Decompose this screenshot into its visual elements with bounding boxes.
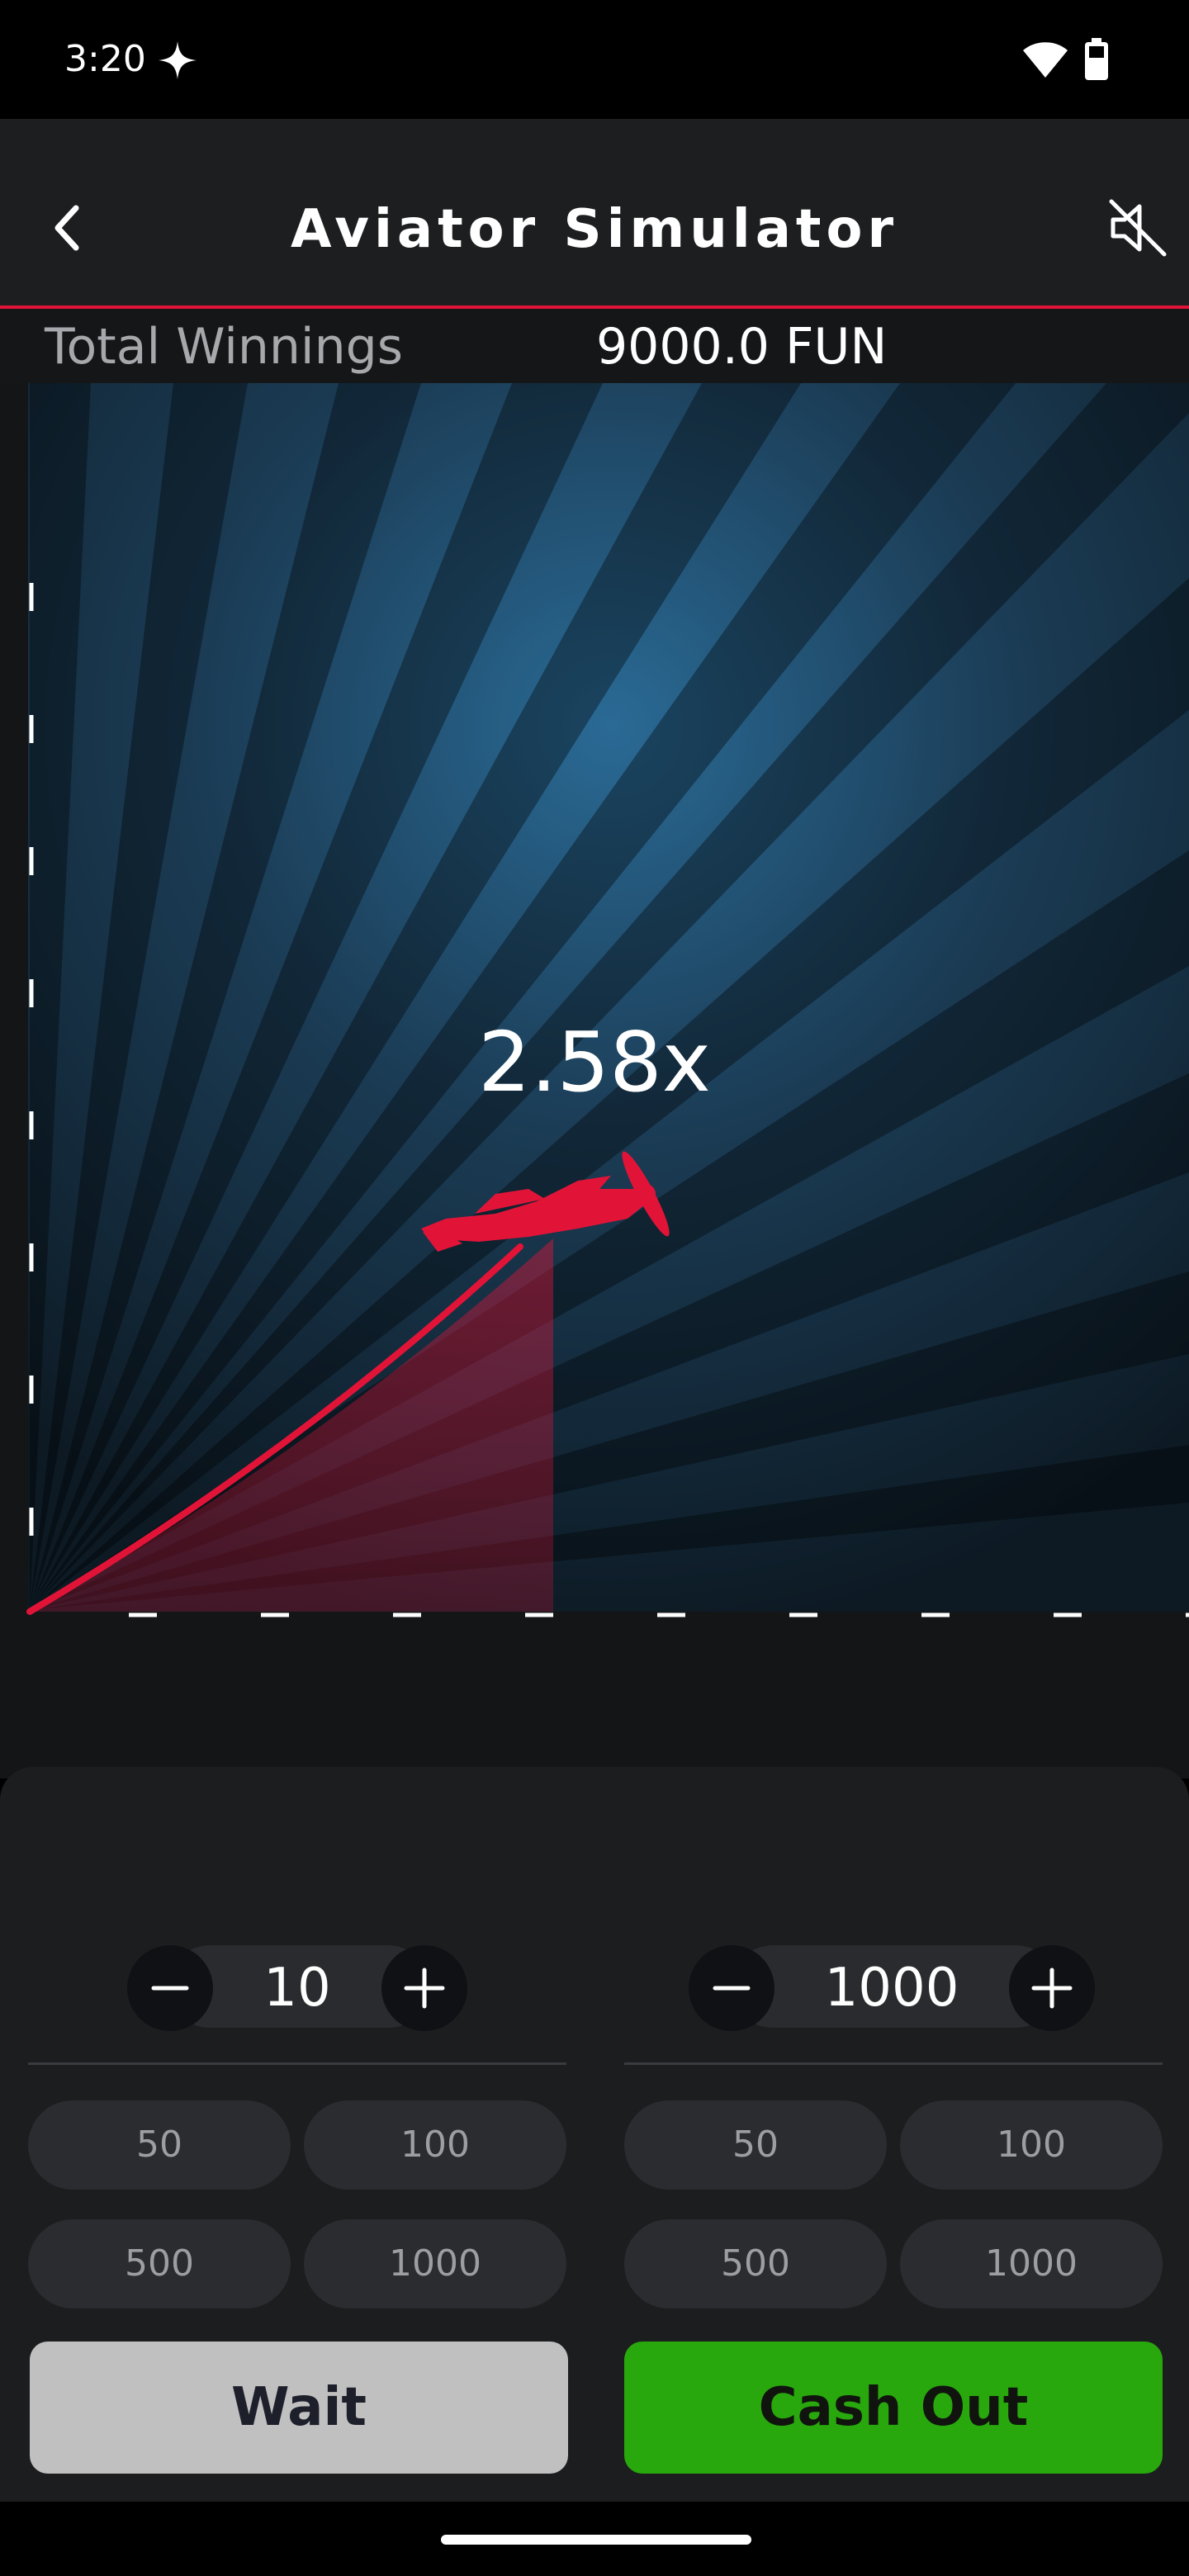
wait-button[interactable]: Wait xyxy=(30,2342,568,2474)
multiplier-display: 2.58x xyxy=(478,1014,711,1110)
status-time: 3:20 xyxy=(64,38,146,80)
quick-amount-chip[interactable]: 50 xyxy=(28,2100,291,2190)
page-title: Aviator Simulator xyxy=(290,199,899,260)
bet-divider-2 xyxy=(624,2062,1163,2065)
quick-amount-chip[interactable]: 1000 xyxy=(900,2219,1163,2308)
plus-icon xyxy=(404,1968,445,2009)
quick-amount-chip[interactable]: 1000 xyxy=(304,2219,566,2308)
decrease-bet-button-1[interactable] xyxy=(127,1945,213,2031)
cash-out-button[interactable]: Cash Out xyxy=(624,2342,1163,2474)
sparkle-icon xyxy=(159,41,197,79)
increase-bet-button-1[interactable] xyxy=(381,1945,467,2031)
back-button[interactable] xyxy=(38,192,94,264)
quick-amount-chip[interactable]: 500 xyxy=(624,2219,887,2308)
winnings-value: 9000.0 FUN xyxy=(596,318,888,376)
bet-amount-input-2[interactable]: 1000 xyxy=(775,1945,1009,2031)
minus-icon xyxy=(713,1986,751,1991)
decrease-bet-button-2[interactable] xyxy=(689,1945,775,2031)
plus-icon xyxy=(1031,1968,1073,2009)
bet-divider-1 xyxy=(28,2062,566,2065)
wifi-icon xyxy=(1023,42,1068,78)
chevron-left-icon xyxy=(54,205,79,251)
mute-button[interactable] xyxy=(1105,192,1171,264)
minus-icon xyxy=(151,1986,189,1991)
quick-amount-chip[interactable]: 500 xyxy=(28,2219,291,2308)
home-indicator[interactable] xyxy=(441,2535,751,2545)
increase-bet-button-2[interactable] xyxy=(1009,1945,1095,2031)
speaker-muted-icon xyxy=(1109,199,1167,257)
quick-amount-chip[interactable]: 100 xyxy=(900,2100,1163,2190)
bet-amount-input-1[interactable]: 10 xyxy=(213,1945,381,2031)
quick-amount-chip[interactable]: 50 xyxy=(624,2100,887,2190)
quick-amount-chip[interactable]: 100 xyxy=(304,2100,566,2190)
winnings-label: Total Winnings xyxy=(45,318,403,376)
battery-icon xyxy=(1085,38,1108,80)
